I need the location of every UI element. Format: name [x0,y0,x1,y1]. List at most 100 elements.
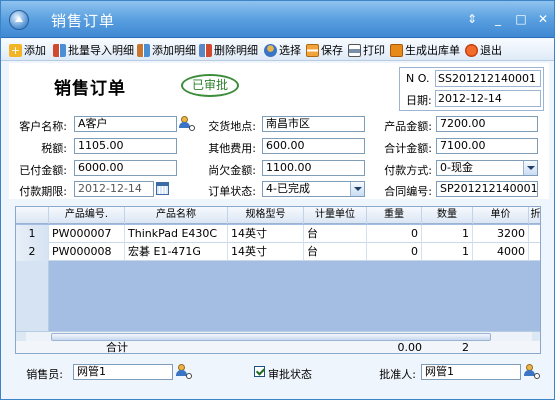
cell-discount[interactable] [529,243,540,261]
cell-quantity[interactable]: 1 [422,243,473,261]
totals-quantity: 2 [462,341,469,354]
outbound-icon [390,43,403,57]
horizontal-scrollbar[interactable] [16,331,540,342]
other-fee-label: 其他费用: [208,142,256,155]
close-icon[interactable]: ✕ [535,11,551,27]
form-title: 销售订单 [54,79,126,99]
select-button-label: 选择 [279,44,301,57]
totals-label: 合计 [106,341,128,354]
batch-import-button-label: 批量导入明细 [68,44,134,57]
paid-amount-field[interactable]: 6000.00 [74,160,177,176]
order-status-label: 订单状态: [208,185,256,198]
cell-discount[interactable] [529,225,540,243]
cell-product-code[interactable]: PW000007 [49,225,125,243]
select-button[interactable]: 选择 [264,42,301,58]
cell-product-code[interactable]: PW000008 [49,243,125,261]
toolbar: + 添加 批量导入明细 添加明细 删除明细 选择 保存 打印 生成出库单 退出 [1,39,554,61]
customer-field[interactable]: A客户 [74,116,177,132]
salesperson-label: 销售员: [26,368,63,381]
save-button[interactable]: 保存 [306,42,343,58]
total-amount-field[interactable]: 7100.00 [436,138,538,154]
add-icon: + [9,43,22,57]
paid-amount-label: 已付金额: [19,164,67,177]
table-row[interactable]: 2 PW000008 宏碁 E1-471G 14英寸 台 0 1 4000 [16,243,540,261]
title-bar[interactable]: 销售订单 ⇕ _ □ ✕ [1,1,554,38]
grid-header: 产品编号. 产品名称 规格型号 计量单位 重量 数量 单价 折 [16,207,541,224]
cell-price[interactable]: 3200 [473,225,529,243]
chevron-down-icon[interactable] [350,182,364,196]
order-status-select[interactable]: 4-已完成 [262,181,365,197]
cell-unit[interactable]: 台 [304,243,367,261]
add-detail-button[interactable]: 添加明细 [137,42,196,58]
salesperson-picker-icon[interactable] [176,364,192,379]
approver-picker-icon[interactable] [524,364,540,379]
cell-unit[interactable]: 台 [304,225,367,243]
chevron-down-icon[interactable] [523,161,537,175]
calendar-icon[interactable] [156,182,169,195]
add-detail-icon [137,43,150,57]
customer-picker-icon[interactable] [179,116,195,131]
column-header-spec[interactable]: 规格型号 [228,207,304,224]
generate-outbound-button-label: 生成出库单 [405,44,460,57]
column-header-price[interactable]: 单价 [473,207,529,224]
delete-detail-button[interactable]: 删除明细 [199,42,258,58]
exit-button[interactable]: 退出 [465,42,502,58]
approver-field[interactable]: 网管1 [421,364,521,380]
location-field[interactable]: 南昌市区 [262,116,365,132]
order-date-label: 日期: [406,94,432,107]
totals-row: 合计 0.00 2 [16,341,540,354]
total-amount-label: 合计金额: [384,142,432,155]
product-amount-field[interactable]: 7200.00 [436,116,538,132]
customer-label: 客户名称: [19,120,67,133]
batch-import-icon [53,43,66,57]
save-button-label: 保存 [321,44,343,57]
payment-deadline-field[interactable]: 2012-12-14 [74,181,154,197]
salesperson-field[interactable]: 网管1 [73,364,173,380]
delete-detail-button-label: 删除明细 [214,44,258,57]
column-header-weight[interactable]: 重量 [367,207,422,224]
column-header-product-name[interactable]: 产品名称 [125,207,228,224]
batch-import-button[interactable]: 批量导入明细 [53,42,134,58]
owed-amount-field[interactable]: 1100.00 [262,160,365,176]
cell-weight[interactable]: 0 [367,225,422,243]
approver-label: 批准人: [379,368,416,381]
add-button[interactable]: + 添加 [9,42,46,58]
menu-icon[interactable]: ⇕ [464,11,480,27]
cell-spec[interactable]: 14英寸 [228,243,304,261]
payment-method-value: 0-现金 [440,161,473,174]
product-amount-label: 产品金额: [384,120,432,133]
payment-method-select[interactable]: 0-现金 [436,160,538,176]
generate-outbound-button[interactable]: 生成出库单 [390,42,460,58]
scroll-thumb[interactable] [51,333,491,341]
cell-price[interactable]: 4000 [473,243,529,261]
footer-bar: 销售员: 网管1 审批状态 批准人: 网管1 [1,357,554,387]
contract-no-field[interactable]: SP201212140001 [436,181,538,197]
other-fee-field[interactable]: 600.00 [262,138,365,154]
maximize-icon[interactable]: □ [513,11,529,27]
owed-amount-label: 尚欠金额: [208,164,256,177]
cell-quantity[interactable]: 1 [422,225,473,243]
approval-status-checkbox[interactable] [254,366,265,377]
add-button-label: 添加 [24,44,46,57]
minimize-icon[interactable]: _ [490,11,506,27]
approval-status-label: 审批状态 [268,368,312,381]
app-icon [9,10,29,30]
contract-no-label: 合同编号: [384,185,432,198]
row-number-header [16,207,49,224]
column-header-quantity[interactable]: 数量 [422,207,473,224]
window-title: 销售订单 [51,12,116,30]
cell-weight[interactable]: 0 [367,243,422,261]
location-label: 交货地点: [208,120,256,133]
cell-product-name[interactable]: 宏碁 E1-471G [125,243,228,261]
table-row[interactable]: 1 PW000007 ThinkPad E430C 14英寸 台 0 1 320… [16,225,540,243]
print-button[interactable]: 打印 [348,42,385,58]
tax-field[interactable]: 1105.00 [74,138,177,154]
order-no-value: SS201212140001 [435,70,541,87]
cell-product-name[interactable]: ThinkPad E430C [125,225,228,243]
column-header-product-code[interactable]: 产品编号. [49,207,125,224]
order-detail-grid[interactable]: 产品编号. 产品名称 规格型号 计量单位 重量 数量 单价 折 1 PW0000… [15,206,541,354]
column-header-unit[interactable]: 计量单位 [304,207,367,224]
cell-spec[interactable]: 14英寸 [228,225,304,243]
column-header-discount[interactable]: 折 [529,207,541,224]
exit-icon [465,43,478,57]
